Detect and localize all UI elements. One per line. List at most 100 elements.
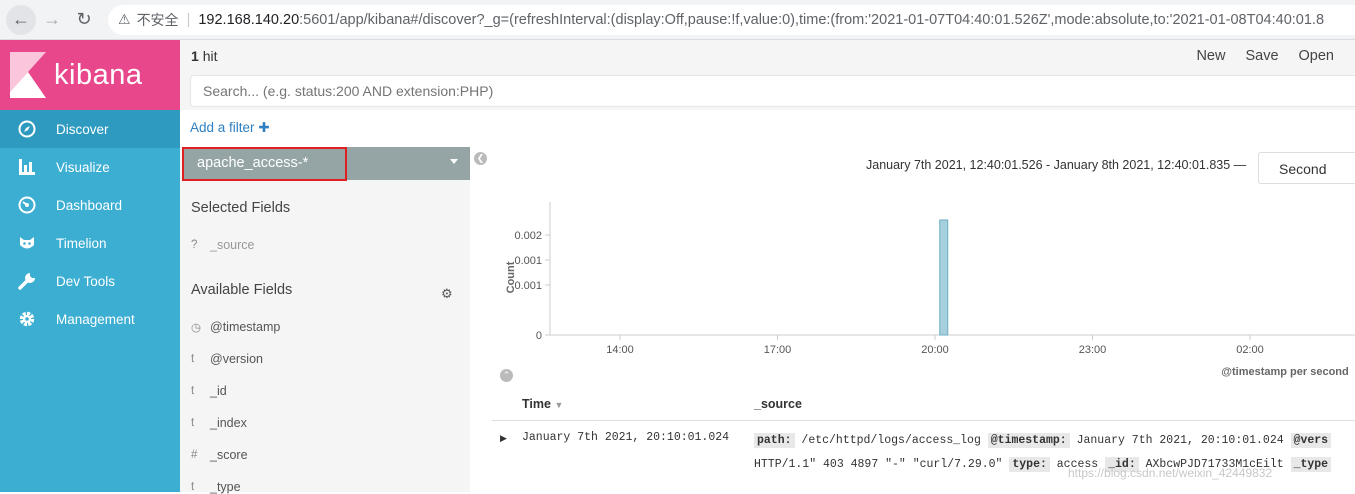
add-filter-link[interactable]: Add a filter ✚ — [190, 120, 270, 136]
field-settings-gear-icon[interactable]: ⚙ — [441, 286, 453, 302]
histogram-chart: 0.002 0.001 0.001 0 14:00 17:00 20:00 23:00 02:0… — [505, 202, 1355, 378]
url-field[interactable]: ⚠ 不安全 | 192.168.140.20 :5601/app/kibana#… — [108, 4, 1355, 35]
sidebar-item-management[interactable]: Management — [0, 300, 180, 338]
y-tick-label: 0.001 — [514, 255, 542, 267]
hit-count: 1 hit — [191, 48, 217, 64]
source-key: @vers — [1290, 433, 1332, 448]
hit-count-label: hit — [202, 48, 218, 64]
source-key: _type — [1290, 457, 1332, 472]
time-range-label: January 7th 2021, 12:40:01.526 - January… — [866, 158, 1247, 172]
add-filter-label: Add a filter — [190, 120, 255, 135]
sidebar-item-dev-tools[interactable]: Dev Tools — [0, 262, 180, 300]
watermark-text: https://blog.csdn.net/weixin_42449832 — [1068, 466, 1273, 480]
source-key: @timestamp: — [987, 433, 1070, 448]
header-divider — [492, 420, 1355, 421]
number-type-icon: # — [191, 449, 198, 461]
gear-icon — [17, 309, 37, 329]
field-name: @version — [210, 352, 263, 366]
brand-name: kibana — [54, 58, 143, 91]
sidebar-item-label: Timelion — [56, 235, 107, 251]
y-tick-label: 0.001 — [514, 280, 542, 292]
field-name: _id — [210, 384, 227, 398]
annotation-highlight-box — [182, 147, 347, 181]
gauge-icon — [17, 195, 37, 215]
selected-fields-heading: Selected Fields — [191, 200, 291, 216]
column-header-time-label: Time — [522, 397, 551, 411]
sidebar-item-dashboard[interactable]: Dashboard — [0, 186, 180, 224]
top-menu: New Save Open — [1196, 48, 1334, 64]
timelion-icon — [17, 233, 37, 253]
row-time: January 7th 2021, 20:10:01.024 — [522, 431, 730, 444]
field-item-index[interactable]: t _index — [191, 416, 247, 430]
kibana-logo[interactable]: kibana — [0, 40, 180, 110]
back-arrow-icon[interactable]: ← — [6, 4, 36, 35]
y-axis-label: Count — [505, 261, 517, 293]
string-type-icon: t — [191, 481, 195, 493]
collapse-sidebar-icon[interactable]: ❮ — [474, 152, 487, 165]
source-key: path: — [754, 433, 795, 448]
string-type-icon: t — [191, 353, 195, 365]
y-tick-label: 0 — [536, 330, 542, 342]
field-item-score[interactable]: # _score — [191, 448, 248, 462]
new-button[interactable]: New — [1196, 48, 1225, 64]
collapse-chart-icon[interactable]: ⌃ — [500, 369, 513, 382]
browser-address-bar: ← → ↻ ⚠ 不安全 | 192.168.140.20 :5601/app/k… — [0, 0, 1355, 40]
url-path: :5601/app/kibana#/discover?_g=(refreshIn… — [299, 11, 1325, 28]
source-value: /etc/httpd/logs/access_log — [801, 434, 981, 447]
field-item-id[interactable]: t _id — [191, 384, 227, 398]
source-value: January 7th 2021, 20:10:01.024 — [1076, 434, 1284, 447]
y-tick-label: 0.002 — [514, 230, 542, 242]
field-item-source[interactable]: ? _source — [191, 238, 254, 252]
x-axis-label: @timestamp per second — [1221, 366, 1348, 378]
expand-row-icon[interactable]: ▶ — [500, 433, 507, 444]
forward-arrow-icon[interactable]: → — [36, 4, 68, 36]
field-name: _score — [210, 448, 248, 462]
histogram-bar — [939, 219, 949, 336]
wrench-icon — [17, 271, 37, 291]
unknown-type-icon: ? — [191, 239, 198, 251]
kibana-k-icon — [10, 52, 46, 98]
x-tick-label: 02:00 — [1236, 344, 1264, 356]
sidebar-item-label: Dev Tools — [56, 273, 116, 289]
warning-triangle-icon: ⚠ — [118, 11, 131, 27]
sidebar-item-timelion[interactable]: Timelion — [0, 224, 180, 262]
reload-icon[interactable]: ↻ — [68, 4, 100, 36]
save-button[interactable]: Save — [1245, 48, 1278, 64]
search-input[interactable] — [190, 75, 1355, 107]
sidebar-item-label: Visualize — [56, 159, 110, 175]
field-name: @timestamp — [210, 320, 281, 334]
date-type-icon: ◷ — [191, 322, 202, 334]
x-tick-label: 14:00 — [606, 344, 634, 356]
kibana-sidebar: kibana Discover Visualize Dashboard Time… — [0, 40, 180, 492]
column-header-source: _source — [754, 397, 802, 411]
discover-topbar: 1 hit New Save Open — [180, 40, 1355, 110]
hit-count-number: 1 — [191, 48, 199, 64]
available-fields-heading: Available Fields — [191, 282, 293, 298]
compass-icon — [17, 119, 37, 139]
interval-select[interactable]: Second — [1258, 152, 1355, 184]
field-item-timestamp[interactable]: ◷ @timestamp — [191, 320, 280, 334]
sidebar-item-discover[interactable]: Discover — [0, 110, 180, 148]
bar-chart-icon — [17, 157, 37, 177]
x-tick-label: 23:00 — [1079, 344, 1107, 356]
row-source-line: path: /etc/httpd/logs/access_log @timest… — [754, 433, 1332, 448]
insecure-label: 不安全 — [136, 11, 179, 28]
discover-main: 1 hit New Save Open Add a filter ✚ apach… — [180, 40, 1355, 494]
column-header-time[interactable]: Time ▼ — [522, 397, 563, 411]
open-button[interactable]: Open — [1299, 48, 1334, 64]
sidebar-item-label: Dashboard — [56, 197, 123, 213]
sidebar-item-label: Discover — [56, 121, 109, 137]
source-value: HTTP/1.1" 403 4897 "-" "curl/7.29.0" — [754, 458, 1003, 471]
field-name: _source — [210, 238, 255, 252]
sort-caret-icon[interactable]: ▼ — [554, 400, 563, 410]
field-item-version[interactable]: t @version — [191, 352, 263, 366]
x-tick-label: 20:00 — [921, 344, 949, 356]
x-tick-label: 17:00 — [764, 344, 792, 356]
source-key: type: — [1009, 457, 1050, 472]
sidebar-item-visualize[interactable]: Visualize — [0, 148, 180, 186]
plus-icon: ✚ — [258, 120, 270, 135]
url-host: 192.168.140.20 — [198, 11, 300, 28]
sidebar-item-label: Management — [56, 311, 135, 327]
string-type-icon: t — [191, 385, 195, 397]
field-list-panel: apache_access-* Selected Fields ? _sourc… — [180, 147, 470, 494]
